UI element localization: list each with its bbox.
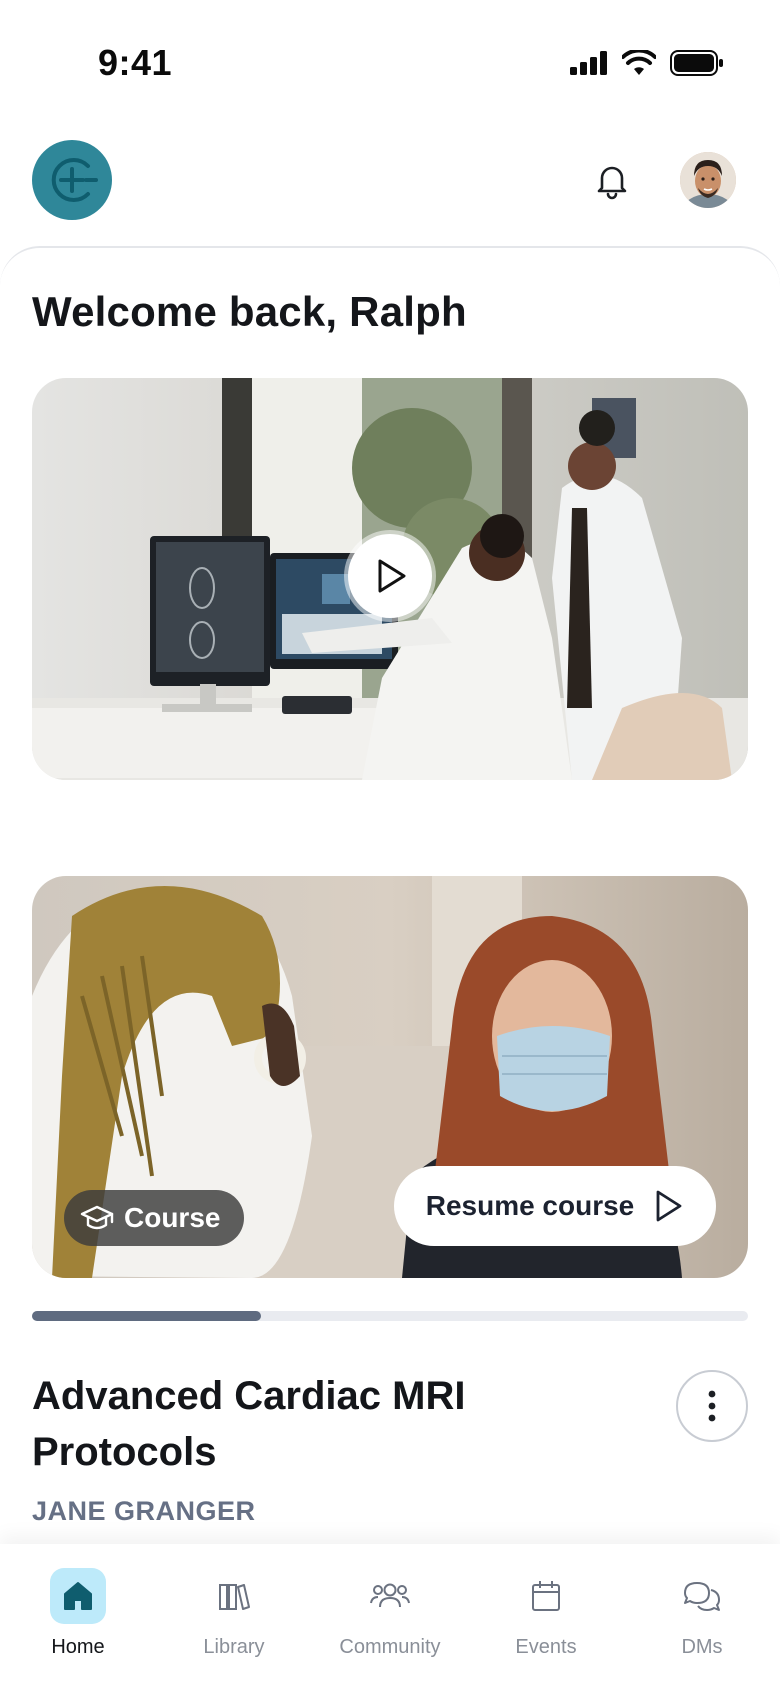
- course-card[interactable]: Course Resume course: [32, 876, 748, 1278]
- tab-community-label: Community: [339, 1636, 441, 1658]
- crosshair-logo-icon[interactable]: [32, 140, 112, 220]
- tab-events[interactable]: Events: [468, 1544, 624, 1688]
- welcome-heading: Welcome back, Ralph: [32, 288, 467, 335]
- status-icons: [570, 50, 724, 76]
- featured-video-card[interactable]: [32, 378, 748, 780]
- tab-dms[interactable]: DMs: [624, 1544, 780, 1688]
- home-icon: [50, 1568, 106, 1624]
- course-progress-bar: [32, 1311, 748, 1321]
- graduation-cap-icon: [80, 1205, 114, 1230]
- chat-bubbles-icon: [674, 1568, 730, 1624]
- tab-home[interactable]: Home: [0, 1544, 156, 1688]
- course-title[interactable]: Advanced Cardiac MRI Protocols: [32, 1368, 592, 1480]
- home-sheet: Welcome back, Ralph Course Resume course…: [0, 246, 780, 1546]
- status-time: 9:41: [98, 42, 173, 83]
- course-badge-label: Course: [124, 1202, 221, 1233]
- calendar-icon: [518, 1568, 574, 1624]
- tab-home-label: Home: [51, 1636, 105, 1658]
- people-icon: [362, 1568, 418, 1624]
- tab-events-label: Events: [515, 1636, 577, 1658]
- course-author: JANE GRANGER: [32, 1496, 256, 1526]
- more-options-button[interactable]: [676, 1370, 748, 1442]
- tab-dms-label: DMs: [681, 1636, 723, 1658]
- battery-icon: [670, 50, 723, 76]
- more-vertical-icon: [708, 1390, 716, 1422]
- tab-library[interactable]: Library: [156, 1544, 312, 1688]
- bottom-tab-bar: Home Library Community Events DMs: [0, 1544, 780, 1688]
- app-header: [0, 130, 780, 250]
- resume-course-button[interactable]: Resume course: [394, 1166, 716, 1246]
- status-bar: 9:41: [0, 0, 780, 130]
- tab-community[interactable]: Community: [312, 1544, 468, 1688]
- wifi-icon: [622, 50, 656, 75]
- books-icon: [206, 1568, 262, 1624]
- resume-course-label: Resume course: [425, 1190, 635, 1221]
- course-badge: Course: [64, 1190, 245, 1246]
- bell-icon[interactable]: [592, 160, 632, 200]
- play-icon[interactable]: [348, 534, 432, 618]
- cellular-signal-icon: [570, 51, 607, 75]
- play-icon: [656, 1190, 682, 1222]
- tab-library-label: Library: [203, 1636, 265, 1658]
- user-avatar[interactable]: [680, 152, 736, 208]
- course-progress-fill: [32, 1311, 262, 1321]
